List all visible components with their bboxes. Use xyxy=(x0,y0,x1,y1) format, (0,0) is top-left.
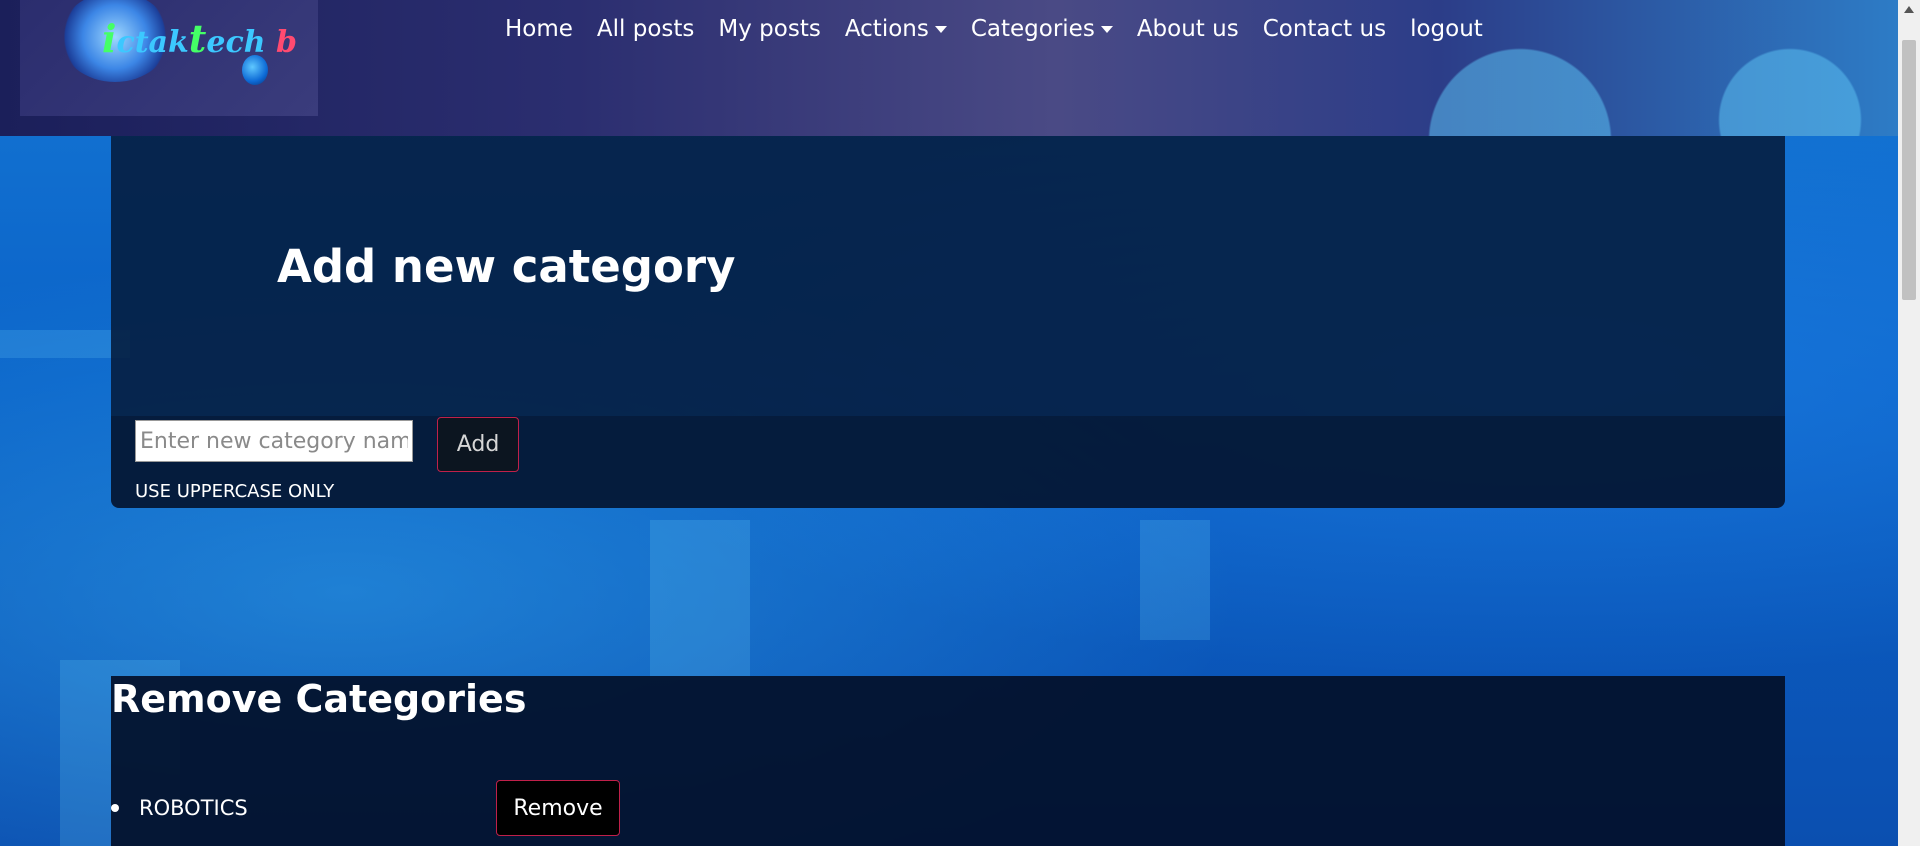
nav-about-us[interactable]: About us xyxy=(1137,16,1239,42)
add-button[interactable]: Add xyxy=(437,417,519,472)
scroll-up-icon[interactable] xyxy=(1904,6,1914,13)
logo-text: ictaktech b xyxy=(102,16,297,61)
site-header: ictaktech b Home All posts My posts Acti… xyxy=(0,0,1920,136)
remove-button[interactable]: Remove xyxy=(496,780,620,836)
remove-categories-title: Remove Categories xyxy=(111,677,527,721)
nav-all-posts[interactable]: All posts xyxy=(597,16,694,42)
nav-categories-dropdown[interactable]: Categories xyxy=(971,16,1113,42)
category-list: ROBOTICS xyxy=(111,780,489,836)
background-decoration xyxy=(1140,520,1210,640)
nav-home[interactable]: Home xyxy=(505,16,573,42)
list-item: ROBOTICS xyxy=(111,780,489,836)
category-name: ROBOTICS xyxy=(139,796,248,820)
background-decoration xyxy=(650,520,750,680)
nav-contact-us[interactable]: Contact us xyxy=(1263,16,1386,42)
nav-logout[interactable]: logout xyxy=(1410,16,1483,42)
vertical-scrollbar[interactable] xyxy=(1898,0,1920,846)
uppercase-hint: USE UPPERCASE ONLY xyxy=(135,481,335,502)
scroll-thumb[interactable] xyxy=(1902,40,1916,300)
site-logo[interactable]: ictaktech b xyxy=(20,0,318,116)
nav-my-posts[interactable]: My posts xyxy=(718,16,820,42)
nav-actions-dropdown[interactable]: Actions xyxy=(845,16,947,42)
bullet-icon xyxy=(111,804,119,812)
page-title: Add new category xyxy=(277,240,736,293)
logo-mark-icon xyxy=(242,55,268,85)
category-name-input[interactable] xyxy=(135,420,413,462)
caret-down-icon xyxy=(1100,25,1113,33)
caret-down-icon xyxy=(934,25,947,33)
main-nav: Home All posts My posts Actions Categori… xyxy=(505,16,1483,42)
